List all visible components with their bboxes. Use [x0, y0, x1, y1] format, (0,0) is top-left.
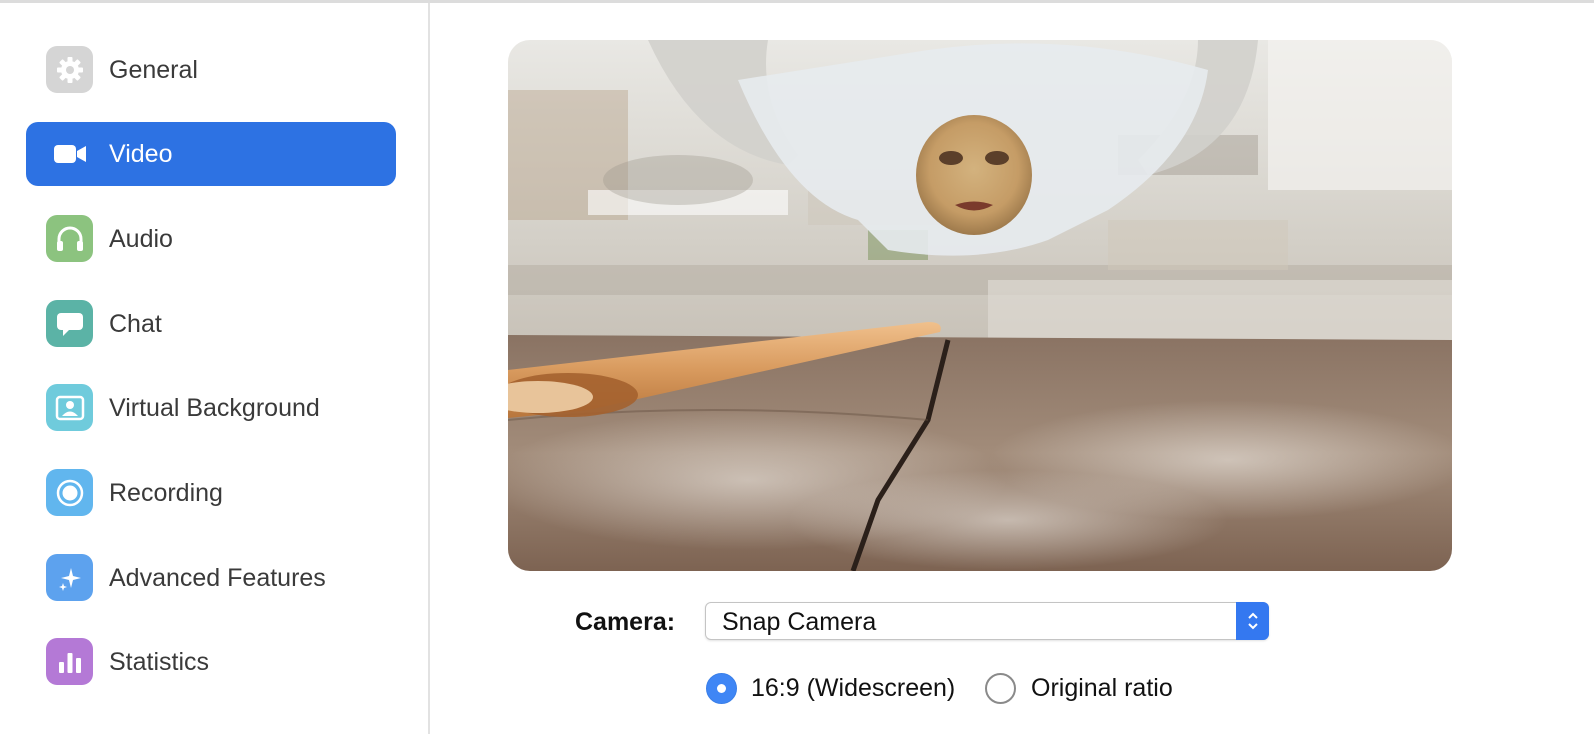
video-preview	[508, 40, 1452, 571]
camera-label: Camera:	[575, 608, 676, 636]
sidebar-item-label: Audio	[109, 224, 173, 253]
sidebar-item-advanced-features[interactable]: Advanced Features	[26, 546, 396, 610]
chat-bubble-icon	[46, 300, 93, 347]
video-camera-icon	[46, 130, 93, 177]
headphones-icon	[46, 215, 93, 262]
record-icon	[46, 469, 93, 516]
settings-sidebar: General Video Audio Chat Virtual Backgro…	[0, 3, 428, 734]
radio-widescreen-label[interactable]: 16:9 (Widescreen)	[751, 674, 955, 703]
radio-original-ratio-label[interactable]: Original ratio	[1031, 674, 1173, 703]
sidebar-item-label: General	[109, 55, 198, 84]
sidebar-item-video[interactable]: Video	[26, 122, 396, 186]
sidebar-item-statistics[interactable]: Statistics	[26, 630, 396, 694]
sidebar-item-recording[interactable]: Recording	[26, 461, 396, 525]
sidebar-item-label: Video	[109, 139, 173, 168]
sidebar-item-label: Statistics	[109, 647, 210, 676]
bar-chart-icon	[46, 638, 93, 685]
radio-original-ratio[interactable]	[985, 673, 1016, 704]
sidebar-item-label: Recording	[109, 478, 223, 507]
sidebar-item-label: Advanced Features	[109, 563, 326, 592]
sidebar-item-label: Chat	[109, 309, 162, 338]
sidebar-divider	[428, 3, 430, 734]
sidebar-item-virtual-background[interactable]: Virtual Background	[26, 376, 396, 440]
portrait-icon	[46, 384, 93, 431]
sparkle-icon	[46, 554, 93, 601]
sidebar-item-chat[interactable]: Chat	[26, 292, 396, 356]
gear-icon	[46, 46, 93, 93]
sidebar-item-general[interactable]: General	[26, 38, 396, 102]
camera-select-value: Snap Camera	[722, 608, 877, 636]
sidebar-item-label: Virtual Background	[109, 393, 320, 422]
radio-widescreen[interactable]	[706, 673, 737, 704]
chevron-updown-icon	[1247, 612, 1258, 630]
select-stepper[interactable]	[1236, 602, 1269, 640]
camera-select[interactable]: Snap Camera	[705, 602, 1269, 640]
sidebar-item-audio[interactable]: Audio	[26, 207, 396, 271]
